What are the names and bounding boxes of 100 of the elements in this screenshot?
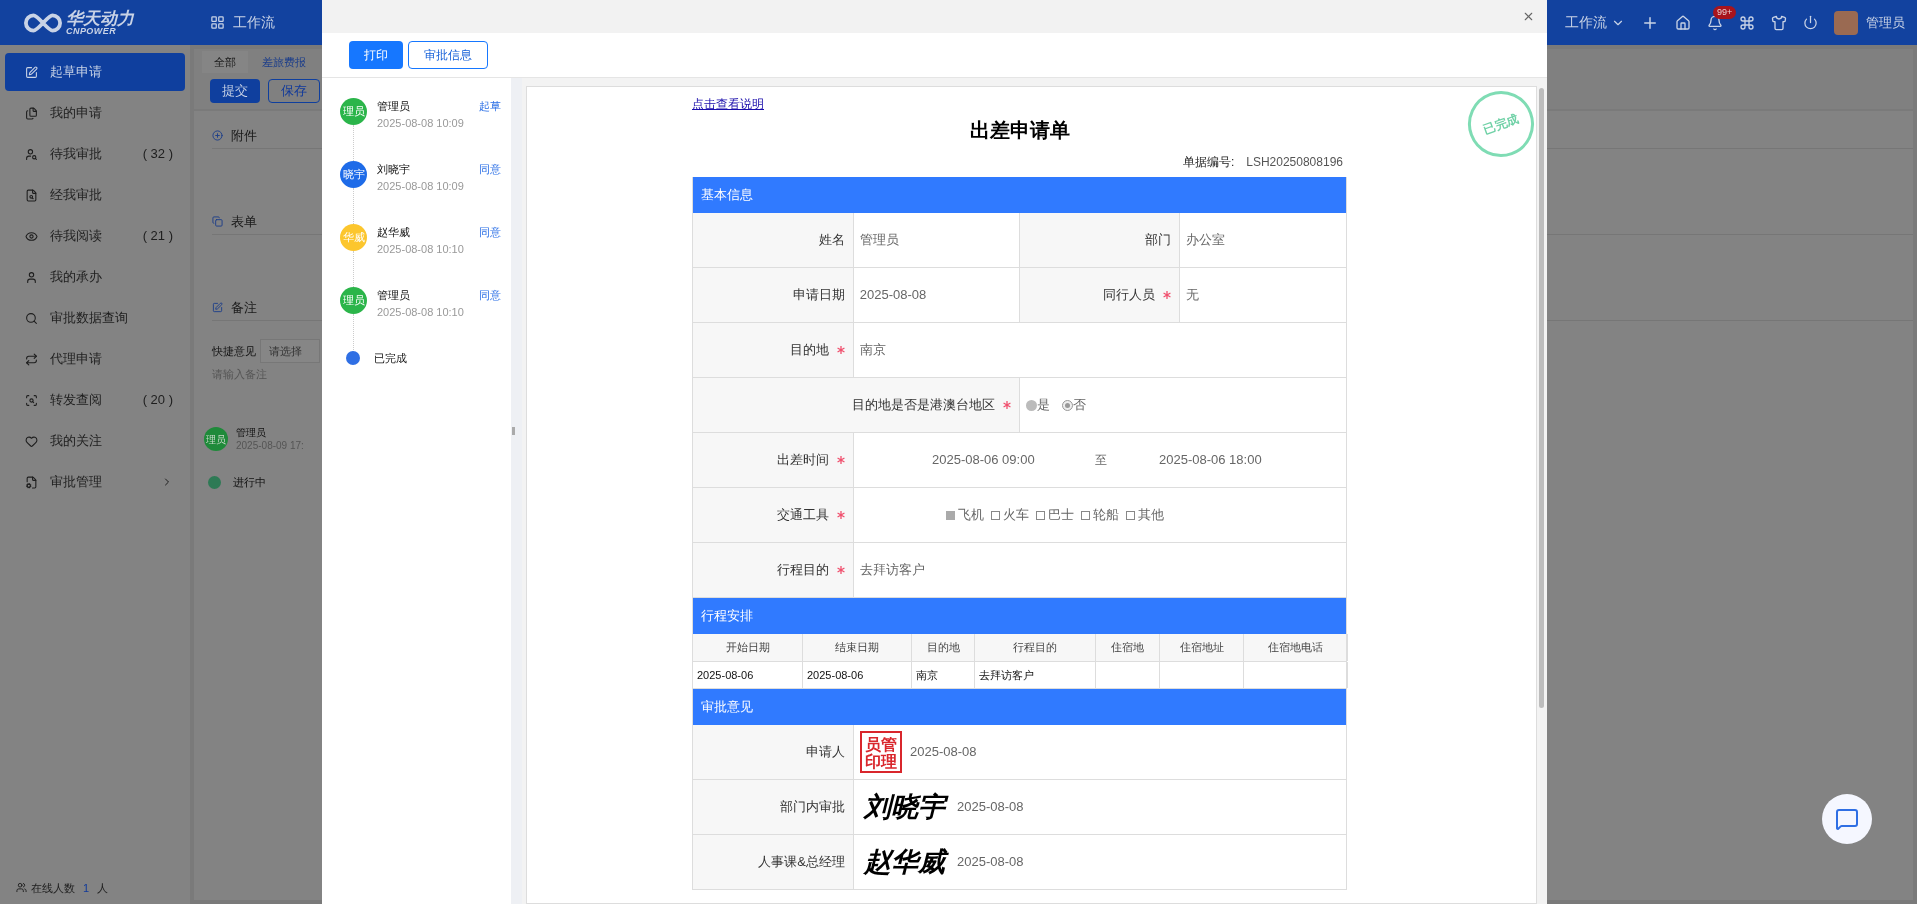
- approval-action: 同意: [479, 225, 501, 240]
- checkbox-option[interactable]: 其他: [1126, 505, 1164, 525]
- approval-action: 起草: [479, 99, 501, 114]
- table-cell-text: 南京: [916, 667, 938, 683]
- field-label: 姓名: [818, 231, 845, 250]
- help-link[interactable]: 点击查看说明: [692, 95, 764, 113]
- notification-badge: 99+: [1713, 5, 1737, 19]
- chat-icon[interactable]: [1835, 807, 1859, 831]
- column-header: 行程目的: [1013, 640, 1057, 656]
- required-icon: [1003, 401, 1011, 409]
- approval-date: 2025-08-08: [957, 853, 1024, 872]
- online-count: 1: [83, 880, 90, 896]
- field-value: 管理员: [859, 231, 899, 250]
- status-text: 进行中: [233, 475, 266, 490]
- user-avatar: 理员: [340, 287, 367, 314]
- approval-action: 同意: [479, 288, 501, 303]
- sidebar-item[interactable]: 审批数据查询: [5, 299, 185, 337]
- number-label: 单据编号:: [1182, 154, 1235, 171]
- status-text: 已完成: [374, 351, 407, 366]
- field-label: 目的地是否是港澳台地区: [852, 396, 995, 415]
- menu-icon: [25, 147, 38, 161]
- section-title: 表单: [231, 212, 257, 231]
- section-title: 备注: [231, 298, 257, 317]
- module-menu[interactable]: 工作流: [1565, 12, 1607, 33]
- logo-icon: [24, 11, 62, 34]
- sidebar-item[interactable]: 审批管理: [5, 463, 185, 501]
- column-header: 住宿地电话: [1268, 640, 1323, 656]
- field-label: 交通工具: [777, 506, 829, 525]
- column-header: 目的地: [926, 640, 960, 656]
- sidebar-item[interactable]: 我的承办: [5, 258, 185, 296]
- sidebar-item[interactable]: 代理申请: [5, 340, 185, 378]
- bell-icon[interactable]: [1707, 14, 1723, 31]
- sidebar-item[interactable]: 我的申请: [5, 94, 185, 132]
- menu-icon: [25, 475, 38, 489]
- required-icon: [837, 511, 845, 519]
- checkbox-option[interactable]: 巴士: [1036, 505, 1074, 525]
- close-icon[interactable]: [1522, 10, 1535, 23]
- required-icon: [837, 566, 845, 574]
- action-button[interactable]: 提交: [210, 79, 260, 103]
- sidebar-item[interactable]: 转发查阅 ( 20 ): [5, 381, 185, 419]
- checkbox-option[interactable]: 轮船: [1081, 505, 1119, 525]
- field-label: 出差时间: [777, 451, 829, 470]
- menu-icon: [25, 352, 38, 366]
- approver-name: 管理员: [377, 288, 410, 303]
- menu-icon: [25, 106, 38, 120]
- grid-icon[interactable]: [210, 15, 225, 30]
- checkbox-option[interactable]: 火车: [991, 505, 1029, 525]
- radio-option[interactable]: 是: [1026, 395, 1050, 415]
- column-header: 开始日期: [725, 640, 770, 656]
- sidebar-item[interactable]: 待我审批 ( 32 ): [5, 135, 185, 173]
- user-avatar: 华威: [340, 224, 367, 251]
- field-label: 申请人: [806, 743, 845, 762]
- section-title: 审批意见: [701, 698, 753, 717]
- menu-icon: [25, 434, 38, 448]
- module-title[interactable]: 工作流: [233, 12, 275, 33]
- menu-icon: [25, 65, 38, 79]
- toolbar-button[interactable]: 审批信息: [408, 41, 488, 69]
- copy-icon: [212, 216, 223, 227]
- toolbar-button[interactable]: 打印: [349, 41, 403, 69]
- required-icon: [837, 456, 845, 464]
- edit-icon: [212, 302, 223, 313]
- menu-icon: [25, 311, 38, 325]
- shirt-icon[interactable]: [1771, 14, 1787, 31]
- users-icon: [16, 882, 27, 894]
- sidebar-item[interactable]: 经我审批: [5, 176, 185, 214]
- field-label: 行程目的: [777, 561, 829, 580]
- user-name: 管理员: [236, 427, 267, 440]
- section-title: 基本信息: [701, 186, 753, 205]
- online-unit: 人: [97, 880, 109, 896]
- quick-opinion-label: 快捷意见: [212, 343, 256, 359]
- field-value: 无: [1186, 286, 1200, 305]
- field-value: 南京: [860, 341, 886, 360]
- checkbox-option[interactable]: 飞机: [946, 505, 984, 525]
- radio-option[interactable]: 否: [1062, 395, 1086, 415]
- user-name[interactable]: 管理员: [1866, 12, 1905, 33]
- power-icon[interactable]: [1803, 15, 1818, 30]
- column-header: 结束日期: [835, 640, 879, 656]
- menu-icon: [25, 188, 38, 202]
- approver-name: 刘晓宇: [377, 162, 410, 177]
- scrollbar[interactable]: [1539, 88, 1544, 708]
- online-label: 在线人数: [31, 880, 75, 896]
- required-icon: [1163, 291, 1172, 299]
- table-cell-text: 去拜访客户: [979, 667, 1034, 683]
- sidebar-item[interactable]: 待我阅读 ( 21 ): [5, 217, 185, 255]
- logo-text: 华天动力: [66, 9, 134, 27]
- approval-date: 2025-08-08: [957, 798, 1024, 817]
- timestamp: 2025-08-08 10:10: [377, 304, 465, 320]
- clover-icon[interactable]: [1739, 14, 1755, 31]
- tab[interactable]: 全部: [202, 51, 248, 73]
- quick-opinion-select[interactable]: 请选择: [260, 339, 320, 363]
- menu-icon: [25, 229, 38, 243]
- timestamp: 2025-08-08 10:09: [377, 115, 465, 131]
- field-label: 申请日期: [792, 286, 845, 305]
- sidebar-item[interactable]: 起草申请: [5, 53, 185, 91]
- field-value: 2025-08-08: [859, 286, 927, 305]
- sidebar-item[interactable]: 我的关注: [5, 422, 185, 460]
- field-label: 部门: [1145, 231, 1172, 250]
- home-icon[interactable]: [1675, 14, 1691, 31]
- required-icon: [837, 346, 845, 354]
- user-avatar: 理员: [204, 427, 228, 451]
